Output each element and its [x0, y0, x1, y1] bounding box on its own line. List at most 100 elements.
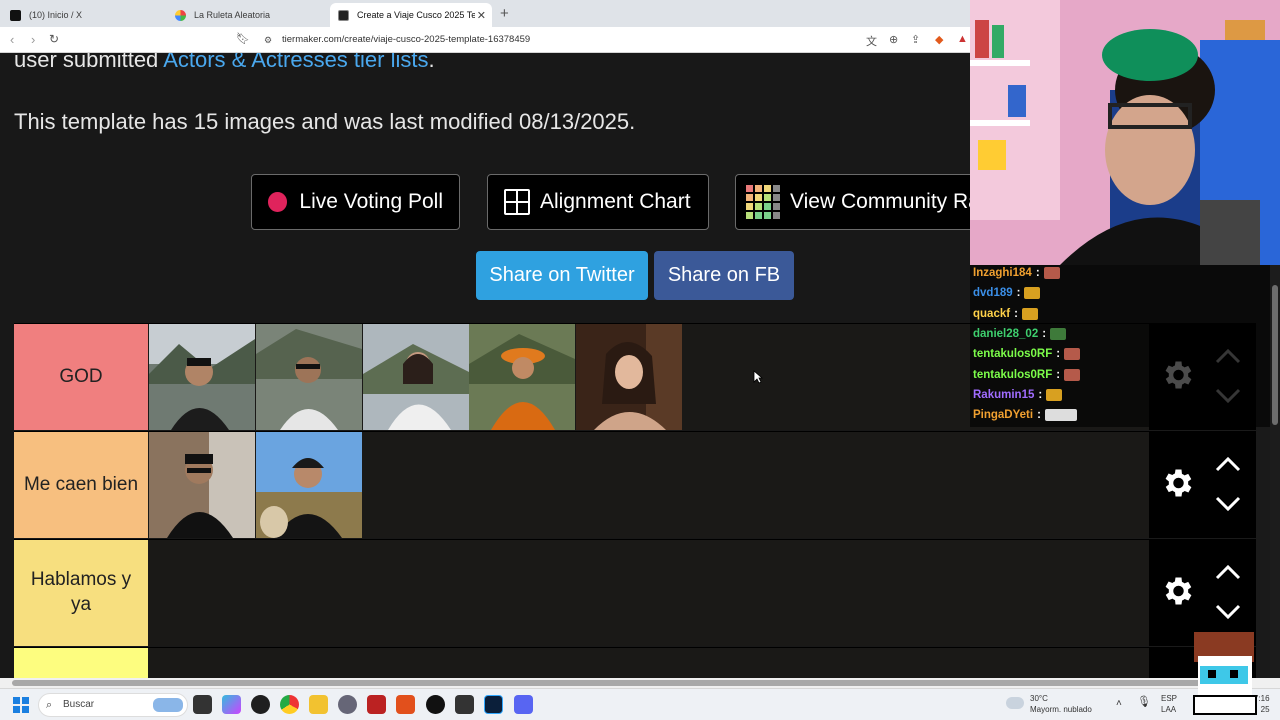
- chat-emote-icon: [1024, 287, 1041, 300]
- browser-tab-bar: (10) Inicio / X La Ruleta Aleatoria Crea…: [0, 0, 970, 27]
- settings-icon[interactable]: [338, 695, 357, 714]
- windows-start-icon[interactable]: [13, 697, 29, 713]
- view-community-rankings-button[interactable]: View Community Rankings: [735, 174, 970, 230]
- reload-icon[interactable]: ↻: [49, 32, 59, 46]
- back-icon[interactable]: ‹: [10, 32, 14, 47]
- person-photo: [256, 324, 362, 430]
- chat-separator: :: [1042, 327, 1047, 340]
- tier-controls-me-caen-bien: [1149, 431, 1256, 538]
- language-indicator[interactable]: ESP LAA: [1161, 693, 1177, 715]
- tier-row-me-caen-bien[interactable]: Me caen bien: [14, 431, 1149, 538]
- grid-icon: [504, 189, 530, 215]
- microphone-icon[interactable]: 🎙︎: [1137, 697, 1151, 708]
- chevron-up-icon[interactable]: [1215, 455, 1241, 473]
- chat-username: daniel28_02: [973, 327, 1039, 340]
- chat-message: quackf:: [973, 307, 1038, 320]
- weather-temp: 30°C: [1030, 694, 1048, 703]
- chat-emote-icon: [1046, 388, 1063, 401]
- person-photo: [256, 432, 362, 538]
- task-view-icon[interactable]: [193, 695, 212, 714]
- new-tab-button[interactable]: +: [500, 5, 509, 22]
- forward-icon[interactable]: ›: [31, 32, 35, 47]
- tiktok-icon[interactable]: [426, 695, 445, 714]
- copilot-icon[interactable]: [222, 695, 241, 714]
- chatgpt-icon[interactable]: [251, 695, 270, 714]
- chat-username: tentakulos0RF: [973, 368, 1053, 381]
- live-voting-poll-button[interactable]: Live Voting Poll: [251, 174, 460, 230]
- search-icon: ⌕: [46, 699, 53, 711]
- photoshop-icon[interactable]: [484, 695, 503, 714]
- brave-rewards-icon[interactable]: ▲: [957, 33, 968, 45]
- url-text: tiermaker.com/create/viaje-cusco-2025-te…: [282, 34, 531, 45]
- tab-title: (10) Inicio / X: [29, 10, 83, 20]
- search-placeholder: Buscar: [63, 699, 95, 710]
- discord-icon[interactable]: [514, 695, 533, 714]
- chat-message: tentakulos0RF:: [973, 348, 1081, 361]
- tier-image[interactable]: [363, 324, 469, 430]
- wheel-icon: [175, 9, 186, 21]
- tab-tiermaker[interactable]: Create a Viaje Cusco 2025 Templ ✕: [330, 3, 492, 27]
- category-link[interactable]: Actors & Actresses tier lists: [163, 53, 428, 72]
- chat-separator: :: [1038, 388, 1043, 401]
- chat-emote-icon: [1050, 327, 1067, 340]
- gear-icon[interactable]: [1159, 573, 1195, 609]
- tab-ruleta[interactable]: La Ruleta Aleatoria: [167, 3, 330, 27]
- url-field[interactable]: ⚙ tiermaker.com/create/viaje-cusco-2025-…: [262, 31, 822, 49]
- tray-overflow-icon[interactable]: ˄: [1116, 698, 1122, 709]
- chat-emote-icon: [1044, 409, 1077, 422]
- brave-shield-icon[interactable]: ◆: [935, 33, 943, 46]
- person-photo: [363, 324, 469, 430]
- voicemeeter-icon[interactable]: [367, 695, 386, 714]
- person-photo: [469, 324, 575, 430]
- bookmark-icon[interactable]: 🔖︎: [236, 32, 250, 45]
- chat-emote-icon: [1021, 307, 1038, 320]
- tier-label[interactable]: GOD: [14, 324, 148, 430]
- person-photo: [149, 324, 255, 430]
- tier-image[interactable]: [256, 432, 362, 538]
- chat-message: tentakulos0RF:: [973, 368, 1081, 381]
- tab-x-home[interactable]: (10) Inicio / X: [2, 3, 167, 27]
- zoom-icon[interactable]: ⊕: [889, 33, 898, 46]
- tier-image[interactable]: [469, 324, 575, 430]
- gear-icon[interactable]: [1159, 465, 1195, 501]
- chevron-down-icon[interactable]: [1215, 603, 1241, 621]
- pixel-avatar-sticker: [1193, 632, 1257, 715]
- weather-widget[interactable]: 30°C Mayorm. nublado: [1030, 693, 1092, 715]
- chat-message: Inzaghi184:: [973, 267, 1060, 279]
- vertical-scrollbar[interactable]: [1270, 265, 1280, 678]
- chevron-down-icon[interactable]: [1215, 495, 1241, 513]
- tier-row-hablamos-y-ya[interactable]: Hablamos y ya: [14, 539, 1149, 646]
- scroll-thumb[interactable]: [1272, 285, 1278, 425]
- translate-icon[interactable]: 文: [866, 33, 877, 49]
- taskbar-search[interactable]: ⌕ Buscar: [38, 693, 188, 717]
- capcut-icon[interactable]: [455, 695, 474, 714]
- alignment-chart-button[interactable]: Alignment Chart: [487, 174, 709, 230]
- share-twitter-button[interactable]: Share on Twitter: [476, 251, 648, 300]
- template-info: This template has 15 images and was last…: [14, 109, 636, 134]
- close-tab-icon[interactable]: ✕: [477, 9, 486, 22]
- webcam-feed: [970, 0, 1280, 265]
- tier-image[interactable]: [256, 324, 362, 430]
- tier-image[interactable]: [149, 432, 255, 538]
- chat-separator: :: [1016, 287, 1021, 300]
- brave-icon[interactable]: [396, 695, 415, 714]
- tier-image[interactable]: [149, 324, 255, 430]
- horizontal-scrollbar[interactable]: [0, 678, 1280, 688]
- share-icon[interactable]: ⇪: [911, 33, 920, 46]
- tiermaker-icon: [338, 9, 349, 21]
- chat-emote-icon: [1064, 348, 1081, 361]
- scroll-thumb[interactable]: [12, 680, 1250, 686]
- chat-separator: :: [1056, 368, 1061, 381]
- tier-image[interactable]: [576, 324, 682, 430]
- chevron-up-icon[interactable]: [1215, 563, 1241, 581]
- tier-label[interactable]: Me caen bien: [14, 432, 148, 538]
- record-dot-icon: [268, 192, 288, 212]
- weather-desc: Mayorm. nublado: [1030, 705, 1092, 714]
- chat-separator: :: [1014, 307, 1018, 320]
- site-info-icon[interactable]: ⚙: [264, 31, 272, 49]
- chrome-icon[interactable]: [280, 695, 299, 714]
- chat-message: daniel28_02:: [973, 327, 1067, 340]
- tier-label[interactable]: Hablamos y ya: [14, 540, 148, 646]
- share-fb-button[interactable]: Share on FB: [654, 251, 794, 300]
- file-explorer-icon[interactable]: [309, 695, 328, 714]
